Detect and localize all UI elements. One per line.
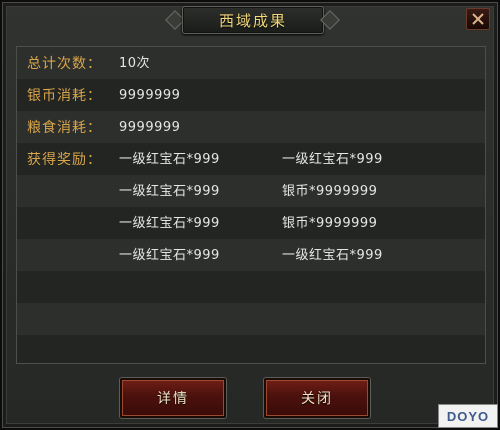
row-stripe <box>17 303 485 335</box>
row-stripe <box>17 175 485 207</box>
row-stripe <box>17 271 485 303</box>
row-stripe <box>17 335 485 363</box>
close-button[interactable]: 关闭 <box>264 378 370 418</box>
rewards-label: 获得奖励： <box>27 152 102 168</box>
reward-item: 一级红宝石*999 <box>119 248 220 263</box>
row-stripe <box>17 239 485 271</box>
total-count-label: 总计次数： <box>27 56 102 72</box>
title-plate: 西域成果 <box>182 6 324 34</box>
grain-cost-label: 粮食消耗： <box>27 120 102 136</box>
close-x-button[interactable] <box>466 8 490 30</box>
silver-cost-label: 银币消耗： <box>27 88 102 104</box>
reward-item: 银币*9999999 <box>282 216 378 231</box>
reward-item: 一级红宝石*999 <box>282 248 383 263</box>
close-button-label: 关闭 <box>301 391 333 407</box>
reward-item: 一级红宝石*999 <box>119 216 220 231</box>
results-panel: 总计次数： 10次 银币消耗： 9999999 粮食消耗： 9999999 获得… <box>16 46 486 364</box>
grain-cost-value: 9999999 <box>119 120 181 135</box>
title-bar: 西域成果 <box>2 2 498 36</box>
doyo-watermark: DOYO <box>438 404 498 428</box>
silver-cost-value: 9999999 <box>119 88 181 103</box>
total-count-value: 10次 <box>119 56 151 71</box>
close-icon <box>472 13 484 25</box>
reward-item: 银币*9999999 <box>282 184 378 199</box>
results-dialog: 西域成果 总计次数： 10次 银币消耗： 9999999 粮食消耗： 99999… <box>0 0 500 430</box>
dialog-title: 西域成果 <box>218 11 287 30</box>
row-stripe <box>17 207 485 239</box>
reward-item: 一级红宝石*999 <box>119 184 220 199</box>
details-button-label: 详情 <box>157 391 189 407</box>
reward-item: 一级红宝石*999 <box>119 152 220 167</box>
details-button[interactable]: 详情 <box>120 378 226 418</box>
reward-item: 一级红宝石*999 <box>282 152 383 167</box>
